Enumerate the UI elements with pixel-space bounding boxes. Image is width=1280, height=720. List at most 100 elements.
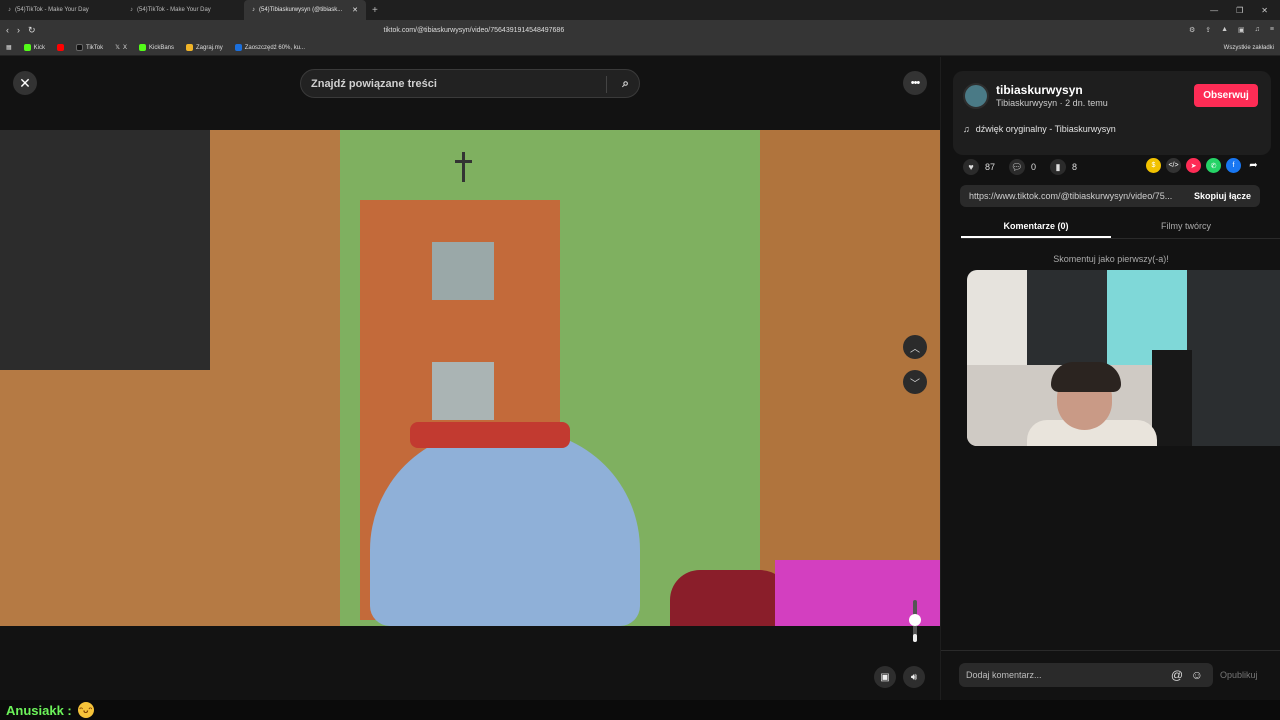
address-bar: ‹ › ↻ tiktok.com/@tibiaskurwysyn/video/7… <box>0 20 1280 40</box>
emoji-icon[interactable]: ☺ <box>1191 668 1203 682</box>
bookmarks-bar: ▦ Kick TikTok 𝕏X KickBans Zagraj.my Zaos… <box>0 40 1280 56</box>
toolbar-icons: ⚙ ⇪ ▲ ▣ ♫ ≡ <box>1189 26 1274 34</box>
bookmark-label: TikTok <box>86 44 104 51</box>
grinning-face-emote-icon: ᵔᴗᵔ <box>77 702 94 718</box>
tab-label: (54)TikTok - Make Your Day <box>137 7 211 13</box>
share-options: $ </> ➤ ✆ f ➦ <box>1146 158 1261 173</box>
bookmark-tiktok[interactable]: TikTok <box>76 44 103 51</box>
comment-icon: 💬︎ <box>1009 159 1026 175</box>
no-comments-message: Skomentuj jako pierwszy(-a)! <box>1053 254 1169 264</box>
new-tab-button[interactable]: + <box>372 5 378 16</box>
follow-button[interactable]: Obserwuj <box>1194 84 1258 107</box>
video-player: ✕ Znajdź powiązane treści ⌕ ••• ︿ ﹀ ▣ 🔊︎ <box>0 57 940 700</box>
webcam-overlay <box>967 270 1280 446</box>
coin-icon[interactable]: $ <box>1146 158 1161 173</box>
share-icon[interactable]: ⇪ <box>1205 26 1211 34</box>
tab-comments[interactable]: Komentarze (0) <box>961 215 1111 238</box>
steam-icon <box>234 44 242 51</box>
more-options-button[interactable]: ••• <box>903 71 927 95</box>
author-card: tibiaskurwysyn Tibiaskurwysyn · 2 dn. te… <box>953 71 1271 155</box>
zagraj-icon <box>186 44 194 51</box>
browser-tab-2[interactable]: ♪ (54)TikTok - Make Your Day <box>122 0 244 20</box>
door-pane <box>432 362 494 420</box>
close-button[interactable]: ✕ <box>13 71 37 95</box>
forward-icon[interactable]: › <box>17 25 20 35</box>
video-cross <box>462 152 465 182</box>
browser-tab-1[interactable]: ♪ (54)TikTok - Make Your Day <box>0 0 122 20</box>
bookmark-label: KickBans <box>149 44 175 51</box>
publish-button[interactable]: Opublikuj <box>1220 670 1258 680</box>
tiktok-icon: ♪ <box>130 7 133 13</box>
audio-icon: ♪ <box>252 7 255 13</box>
more-icon: ••• <box>910 77 921 89</box>
pip-button[interactable]: ▣ <box>874 666 896 688</box>
author-username[interactable]: tibiaskurwysyn <box>996 83 1083 97</box>
avatar[interactable] <box>963 83 989 109</box>
save-button[interactable]: ▮ 8 <box>1050 159 1077 175</box>
back-icon[interactable]: ‹ <box>6 25 9 35</box>
whatsapp-icon[interactable]: ✆ <box>1206 158 1221 173</box>
mention-icon[interactable]: @ <box>1171 668 1183 682</box>
bookmark-kickbans[interactable]: KickBans <box>139 44 174 51</box>
like-button[interactable]: ♥ 87 <box>963 159 995 175</box>
bookmark-zagraj[interactable]: Zagraj.my <box>186 44 223 51</box>
share-arrow-icon[interactable]: ➦ <box>1246 158 1261 173</box>
bookmark-x[interactable]: 𝕏X <box>115 44 127 52</box>
tab-label: (54)Tibiaskurwysyn (@tibiask... <box>259 7 343 13</box>
close-window-icon[interactable]: ✕ <box>1261 6 1268 15</box>
bookmark-label: Zagraj.my <box>196 44 223 51</box>
browser-tab-3[interactable]: ♪ (54)Tibiaskurwysyn (@tibiask... ✕ <box>244 0 366 20</box>
bookmark-promo[interactable]: Zaoszczędź 60%, ku... <box>234 44 306 51</box>
comment-composer: Dodaj komentarz... @ ☺ Opublikuj <box>941 650 1280 700</box>
bookmark-label: Zaoszczędź 60%, ku... <box>244 44 306 51</box>
url-field[interactable]: tiktok.com/@tibiaskurwysyn/video/7564391… <box>384 27 565 34</box>
bookmark-icon: ▮ <box>1050 159 1067 175</box>
author-subline: Tibiaskurwysyn · 2 dn. temu <box>996 98 1108 108</box>
minimize-icon[interactable]: — <box>1210 6 1218 15</box>
comment-input[interactable]: Dodaj komentarz... @ ☺ <box>959 663 1213 687</box>
extension-icon[interactable]: ⚙ <box>1189 26 1195 34</box>
search-icon[interactable]: ⌕ <box>622 76 629 91</box>
sidebar-tabs: Komentarze (0) Filmy twórcy <box>961 215 1280 239</box>
facebook-icon[interactable]: f <box>1226 158 1241 173</box>
all-bookmarks[interactable]: Wszystkie zakładki <box>1224 45 1274 51</box>
search-placeholder: Znajdź powiązane treści <box>311 77 437 90</box>
bookmark-youtube[interactable] <box>57 44 65 51</box>
menu-icon[interactable]: ≡ <box>1270 26 1274 34</box>
speaker-icon: 🔊︎ <box>910 671 918 683</box>
cam-hair <box>1051 362 1121 392</box>
close-tab-icon[interactable]: ✕ <box>352 6 358 14</box>
volume-fill <box>913 634 917 642</box>
copy-link-button[interactable]: Skopiuj łącze <box>1194 191 1251 201</box>
embed-icon[interactable]: </> <box>1166 158 1181 173</box>
browser-tab-bar: ♪ (54)TikTok - Make Your Day ♪ (54)TikTok … <box>0 0 1280 20</box>
previous-video-button[interactable]: ︿ <box>903 335 927 359</box>
reload-icon[interactable]: ↻ <box>28 25 36 36</box>
x-icon: 𝕏 <box>115 45 120 51</box>
send-icon[interactable]: ➤ <box>1186 158 1201 173</box>
media-icon[interactable]: ♫ <box>1255 26 1260 34</box>
search-input[interactable]: Znajdź powiązane treści ⌕ <box>300 69 640 98</box>
video-link[interactable]: https://www.tiktok.com/@tibiaskurwysyn/v… <box>969 191 1172 201</box>
maximize-icon[interactable]: ❐ <box>1236 6 1243 15</box>
brave-shield-icon[interactable]: ▲ <box>1221 26 1228 34</box>
volume-knob[interactable] <box>909 614 921 626</box>
puzzle-icon[interactable]: ▣ <box>1238 26 1245 34</box>
apps-grid-icon[interactable]: ▦ <box>6 44 12 51</box>
like-count: 87 <box>985 162 996 172</box>
video-frame[interactable] <box>0 130 940 626</box>
tab-creator-videos[interactable]: Filmy twórcy <box>1111 215 1261 238</box>
next-video-button[interactable]: ﹀ <box>903 370 927 394</box>
comment-placeholder: Dodaj komentarz... <box>966 670 1042 680</box>
chat-username: Anusiakk : <box>6 702 72 718</box>
door-pane <box>432 242 494 300</box>
tiktok-icon <box>76 44 84 51</box>
comment-button[interactable]: 💬︎ 0 <box>1009 159 1036 175</box>
chevron-up-icon: ︿ <box>910 343 920 355</box>
bookmark-kick[interactable]: Kick <box>23 44 45 51</box>
search-divider <box>606 76 607 93</box>
stream-chat-line: Anusiakk : ᵔᴗᵔ <box>0 700 1280 720</box>
save-count: 8 <box>1072 162 1078 172</box>
volume-button[interactable]: 🔊︎ <box>903 666 925 688</box>
sound-link[interactable]: ♫ dźwięk oryginalny - Tibiaskurwysyn <box>963 124 1116 134</box>
